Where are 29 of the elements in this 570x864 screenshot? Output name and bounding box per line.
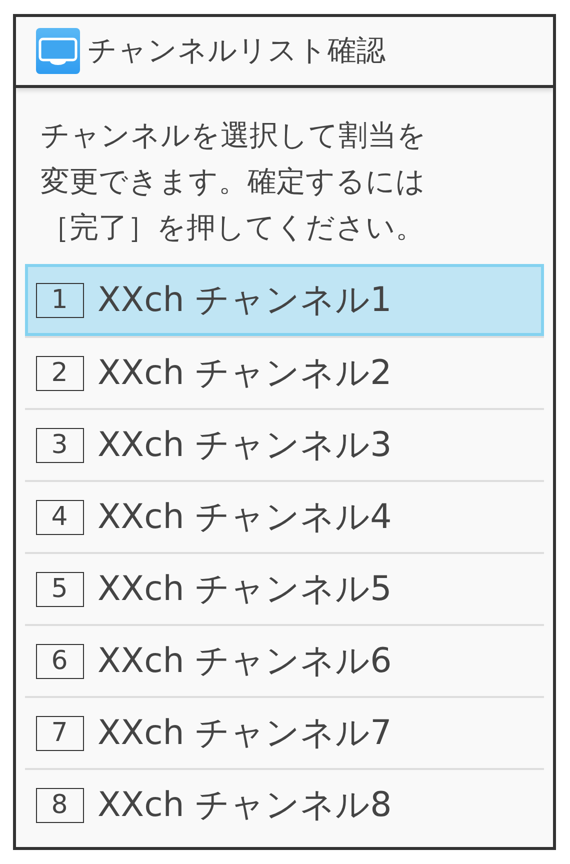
channel-row[interactable]: 6 XXch チャンネル6 bbox=[24, 624, 544, 696]
instruction-text: チャンネルを選択して割当を bbox=[40, 117, 428, 154]
channel-name: XXch チャンネル1 bbox=[98, 279, 392, 322]
channel-number: 6 bbox=[36, 644, 84, 678]
channel-name: XXch チャンネル3 bbox=[98, 424, 392, 467]
channel-row[interactable]: 1 XXch チャンネル1 bbox=[24, 264, 544, 336]
channel-name: XXch チャンネル8 bbox=[98, 784, 392, 827]
channel-row[interactable]: 7 XXch チャンネル7 bbox=[24, 696, 544, 768]
channel-number: 1 bbox=[36, 282, 84, 318]
instruction-text: ［完了］を押してください。 bbox=[40, 209, 426, 246]
channel-row[interactable]: 2 XXch チャンネル2 bbox=[24, 336, 544, 408]
channel-name: XXch チャンネル5 bbox=[98, 568, 392, 611]
channel-row[interactable]: 3 XXch チャンネル3 bbox=[24, 408, 544, 480]
window-title: チャンネルリスト確認 bbox=[88, 32, 386, 69]
channel-name: XXch チャンネル7 bbox=[98, 712, 392, 755]
channel-name: XXch チャンネル6 bbox=[98, 640, 392, 683]
tv-icon bbox=[36, 28, 80, 74]
channel-row[interactable]: 4 XXch チャンネル4 bbox=[24, 480, 544, 552]
instruction-text: 変更できます。確定するには bbox=[40, 163, 426, 200]
channel-number: 4 bbox=[36, 500, 84, 534]
channel-name: XXch チャンネル2 bbox=[98, 352, 392, 395]
channel-number: 5 bbox=[36, 572, 84, 606]
channel-number: 7 bbox=[36, 716, 84, 750]
channel-row[interactable]: 8 XXch チャンネル8 bbox=[24, 768, 544, 840]
channel-number: 3 bbox=[36, 428, 84, 462]
channel-number: 8 bbox=[36, 788, 84, 822]
channel-number: 2 bbox=[36, 356, 84, 390]
channel-name: XXch チャンネル4 bbox=[98, 496, 392, 539]
channel-row[interactable]: 5 XXch チャンネル5 bbox=[24, 552, 544, 624]
